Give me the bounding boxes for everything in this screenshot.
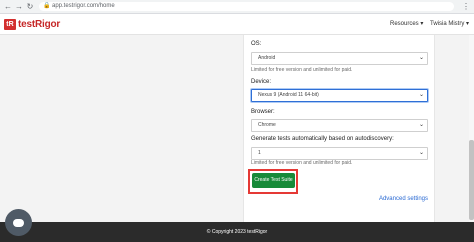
user-menu[interactable]: Twisia Mistry ▾ xyxy=(430,14,469,34)
user-name: Twisia Mistry xyxy=(430,21,465,27)
resources-menu[interactable]: Resources ▾ xyxy=(390,14,423,34)
autodiscovery-label: Generate tests automatically based on au… xyxy=(251,136,394,142)
os-value: Android xyxy=(258,55,276,61)
forward-icon[interactable]: → xyxy=(14,0,24,13)
advanced-settings-link[interactable]: Advanced settings xyxy=(379,196,428,202)
os-select[interactable]: Android ⌄ xyxy=(251,52,428,65)
autodiscovery-select[interactable]: 1 ⌄ xyxy=(251,147,428,160)
reload-icon[interactable]: ↻ xyxy=(25,0,35,13)
browser-toolbar: ← → ↻ 🔒 app.testrigor.com/home ⋮ xyxy=(0,0,474,14)
copyright-text: © Copyright 2023 testRigor xyxy=(206,229,268,235)
address-bar[interactable]: 🔒 app.testrigor.com/home xyxy=(39,2,454,11)
caret-down-icon: ▾ xyxy=(466,21,470,27)
browser-label: Browser: xyxy=(251,109,275,115)
app-navbar: tR testRigor Resources ▾ Twisia Mistry ▾ xyxy=(0,14,474,35)
os-label: OS: xyxy=(251,41,262,47)
chevron-down-icon: ⌄ xyxy=(418,122,424,128)
chat-icon xyxy=(13,218,24,227)
chevron-down-icon: ⌄ xyxy=(418,55,424,61)
browser-select[interactable]: Chrome ⌄ xyxy=(251,119,428,132)
test-suite-form: OS: Android ⌄ Limited for free version a… xyxy=(243,35,435,222)
brand-name: testRigor xyxy=(18,18,61,30)
caret-down-icon: ▾ xyxy=(420,21,424,27)
browser-value: Chrome xyxy=(258,122,276,128)
logo-mark-icon: tR xyxy=(4,18,16,30)
brand-logo[interactable]: tR testRigor xyxy=(4,18,60,30)
scrollbar-thumb[interactable] xyxy=(469,140,474,220)
os-limit-note: Limited for free version and unlimited f… xyxy=(251,67,353,73)
url-text: app.testrigor.com/home xyxy=(52,3,115,9)
page-footer: © Copyright 2023 testRigor xyxy=(0,222,474,242)
back-icon[interactable]: ← xyxy=(3,0,13,13)
main-content: OS: Android ⌄ Limited for free version a… xyxy=(0,35,474,222)
autodiscovery-value: 1 xyxy=(258,150,261,156)
browser-menu-icon[interactable]: ⋮ xyxy=(462,0,470,13)
chevron-down-icon: ⌄ xyxy=(418,150,424,156)
device-value: Nexus 9 (Android 11 64-bit) xyxy=(258,92,319,98)
chevron-down-icon: ⌄ xyxy=(418,92,424,98)
chat-widget-button[interactable] xyxy=(5,209,32,236)
resources-label: Resources xyxy=(390,21,419,27)
lock-icon: 🔒 xyxy=(43,3,51,9)
device-select[interactable]: Nexus 9 (Android 11 64-bit) ⌄ xyxy=(251,89,428,102)
device-label: Device: xyxy=(251,79,272,85)
autodiscovery-limit-note: Limited for free version and unlimited f… xyxy=(251,160,353,166)
create-test-suite-button[interactable]: Create Test Suite xyxy=(252,173,295,188)
